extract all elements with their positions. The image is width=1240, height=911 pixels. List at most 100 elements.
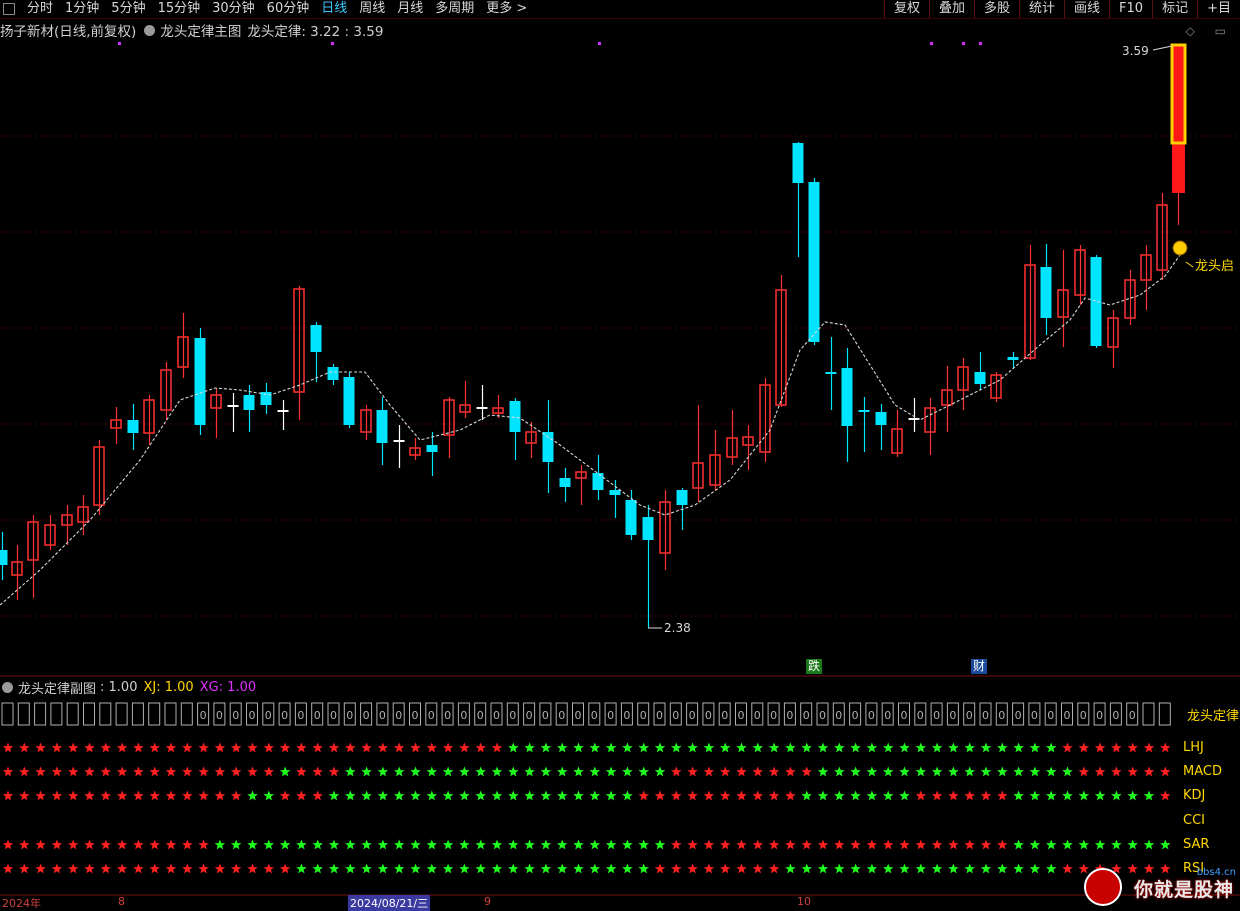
signal-star-rsi bbox=[508, 863, 519, 874]
signal-star-rsi bbox=[459, 863, 470, 874]
date-axis-aug: 8 bbox=[118, 895, 125, 908]
signal-star-sar bbox=[442, 839, 454, 850]
signal-box-value: 0 bbox=[428, 709, 435, 722]
signal-box-value: 0 bbox=[346, 709, 353, 722]
signal-star-kdj bbox=[964, 790, 975, 801]
signal-star-sar bbox=[997, 839, 1008, 850]
signal-star-rsi bbox=[182, 863, 193, 874]
signal-star-sar bbox=[328, 839, 340, 850]
sub-chart-title: 龙头定律副图 : 1.00 XJ: 1.00 XG: 1.00 bbox=[0, 678, 256, 697]
signal-star-kdj bbox=[785, 790, 796, 801]
candle-body-down bbox=[858, 410, 870, 412]
candle-body-down bbox=[243, 395, 255, 410]
signal-star-kdj bbox=[84, 790, 95, 801]
kline-chart[interactable]: 0000000000000000000000000000000000000000… bbox=[0, 0, 1240, 908]
signal-star-macd bbox=[622, 766, 633, 777]
signal-star-macd bbox=[1062, 766, 1073, 777]
signal-star-rsi bbox=[948, 863, 959, 874]
signal-star-rsi bbox=[100, 863, 111, 874]
signal-star-macd bbox=[1160, 766, 1171, 777]
row-label-cci: CCI bbox=[1183, 813, 1205, 828]
signal-star-lhj bbox=[1062, 742, 1073, 753]
signal-star-sar bbox=[198, 839, 209, 850]
signal-star-rsi bbox=[785, 863, 796, 874]
signal-box-value: 0 bbox=[949, 709, 956, 722]
signal-star-kdj bbox=[1078, 790, 1089, 801]
signal-box-value: 0 bbox=[803, 709, 810, 722]
signal-star-sar bbox=[850, 839, 861, 850]
signal-star-macd bbox=[508, 766, 519, 777]
signal-star-sar bbox=[508, 839, 519, 850]
signal-star-macd bbox=[980, 766, 992, 777]
ma-line bbox=[0, 254, 1181, 606]
signal-star-lhj bbox=[834, 742, 845, 753]
signal-star-lhj bbox=[214, 742, 226, 753]
signal-star-kdj bbox=[671, 790, 682, 801]
signal-star-rsi bbox=[866, 863, 878, 874]
signal-star-sar bbox=[654, 839, 666, 850]
signal-star-kdj bbox=[214, 790, 226, 801]
signal-box-value: 0 bbox=[444, 709, 451, 722]
signal-box-value: 0 bbox=[835, 709, 842, 722]
sub-indicator-dropdown-icon[interactable] bbox=[2, 681, 13, 693]
signal-star-sar bbox=[671, 839, 682, 850]
signal-star-lhj bbox=[866, 742, 878, 753]
signal-star-rsi bbox=[671, 863, 682, 874]
signal-star-kdj bbox=[377, 790, 389, 801]
signal-star-sar bbox=[475, 839, 486, 850]
signal-star-macd bbox=[377, 766, 389, 777]
signal-star-macd bbox=[182, 766, 193, 777]
signal-star-lhj bbox=[768, 742, 780, 753]
signal-star-kdj bbox=[752, 790, 763, 801]
signal-box-value: 0 bbox=[395, 709, 402, 722]
signal-star-sar bbox=[361, 839, 372, 850]
signal-star-kdj bbox=[883, 790, 894, 801]
signal-box-value: 0 bbox=[852, 709, 859, 722]
signal-box-value: 0 bbox=[754, 709, 761, 722]
signal-star-kdj bbox=[133, 790, 144, 801]
signal-box-value: 0 bbox=[982, 709, 989, 722]
signal-star-rsi bbox=[589, 863, 600, 874]
signal-box-value: 0 bbox=[314, 709, 321, 722]
signal-star-macd bbox=[198, 766, 209, 777]
signal-star-kdj bbox=[1111, 790, 1122, 801]
finance-tag[interactable]: 财 bbox=[971, 659, 988, 674]
signal-box-value: 0 bbox=[998, 709, 1005, 722]
fall-tag[interactable]: 跌 bbox=[806, 659, 823, 674]
signal-star-sar bbox=[51, 839, 63, 850]
sub-indicator-name[interactable]: 龙头定律副图 bbox=[18, 678, 96, 697]
signal-star-kdj bbox=[557, 790, 568, 801]
signal-star-lhj bbox=[524, 742, 535, 753]
signal-box bbox=[131, 702, 144, 726]
signal-box-value: 0 bbox=[1064, 709, 1071, 722]
signal-star-lhj bbox=[296, 742, 307, 753]
signal-star-lhj bbox=[263, 742, 274, 753]
signal-box-value: 0 bbox=[738, 709, 745, 722]
signal-star-sar bbox=[703, 839, 715, 850]
signal-box-value: 0 bbox=[672, 709, 679, 722]
signal-star-sar bbox=[1013, 839, 1024, 850]
signal-star-sar bbox=[377, 839, 389, 850]
signal-star-sar bbox=[459, 839, 470, 850]
signal-star-sar bbox=[19, 839, 30, 850]
signal-star-lhj bbox=[279, 742, 291, 753]
low-price-label: 2.38 bbox=[662, 621, 693, 636]
signal-box-value: 0 bbox=[379, 709, 386, 722]
signal-star-macd bbox=[948, 766, 959, 777]
signal-box-value: 0 bbox=[330, 709, 337, 722]
signal-star-lhj bbox=[622, 742, 633, 753]
signal-star-lhj bbox=[638, 742, 649, 753]
signal-star-macd bbox=[231, 766, 242, 777]
signal-star-sar bbox=[866, 839, 878, 850]
signal-star-macd bbox=[720, 766, 731, 777]
top-marker bbox=[979, 42, 982, 45]
top-marker bbox=[598, 42, 601, 45]
top-marker bbox=[118, 42, 121, 45]
signal-star-kdj bbox=[703, 790, 715, 801]
signal-star-rsi bbox=[524, 863, 535, 874]
candle-body-down bbox=[476, 407, 488, 409]
signal-star-kdj bbox=[35, 790, 46, 801]
signal-star-sar bbox=[1078, 839, 1089, 850]
signal-star-lhj bbox=[964, 742, 975, 753]
signal-label: 龙头启 bbox=[1195, 259, 1235, 274]
